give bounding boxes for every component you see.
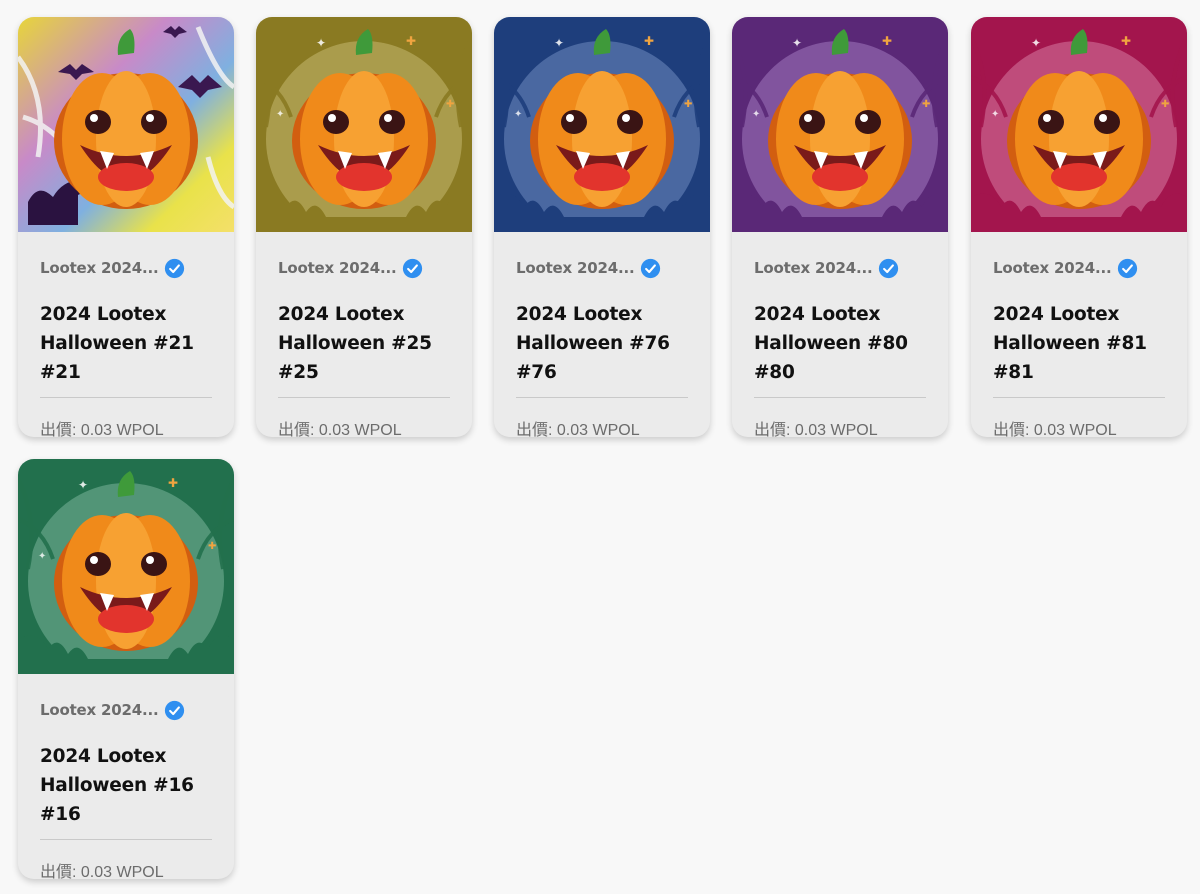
nft-title-line: 2024 Lootex bbox=[993, 304, 1120, 325]
nft-title[interactable]: 2024 Lootex Halloween #80 #80 bbox=[754, 300, 934, 387]
nft-image[interactable]: ✦ ✚ ✚ ✦ bbox=[732, 17, 948, 232]
svg-text:✦: ✦ bbox=[276, 109, 284, 120]
nft-title-line: #81 bbox=[993, 362, 1034, 383]
svg-text:✦: ✦ bbox=[38, 551, 46, 562]
svg-text:✚: ✚ bbox=[406, 34, 416, 48]
nft-title-line: Halloween #21 bbox=[40, 333, 194, 354]
nft-title-line: #21 bbox=[40, 362, 81, 383]
verified-check-icon bbox=[164, 700, 185, 721]
nft-card[interactable]: Lootex 2024... 2024 Lootex Halloween #21… bbox=[18, 17, 234, 437]
nft-title-line: #80 bbox=[754, 362, 795, 383]
collection-name[interactable]: Lootex 2024... bbox=[40, 701, 159, 719]
nft-title-line: Halloween #16 bbox=[40, 775, 194, 796]
verified-check-icon bbox=[878, 258, 899, 279]
nft-title-line: #25 bbox=[278, 362, 319, 383]
svg-text:✦: ✦ bbox=[316, 36, 326, 50]
nft-card[interactable]: ✦ ✚ ✚ ✦ Lootex 2024... 2024 Lootex Hallowee… bbox=[18, 459, 234, 879]
svg-text:✦: ✦ bbox=[78, 478, 88, 492]
svg-text:✦: ✦ bbox=[1031, 36, 1041, 50]
divider bbox=[516, 397, 688, 398]
nft-title-line: #76 bbox=[516, 362, 557, 383]
collection-row[interactable]: Lootex 2024... bbox=[993, 257, 1138, 279]
collection-row[interactable]: Lootex 2024... bbox=[40, 699, 185, 721]
divider bbox=[754, 397, 926, 398]
nft-title-line: 2024 Lootex bbox=[40, 304, 167, 325]
svg-text:✚: ✚ bbox=[168, 476, 178, 490]
svg-text:✚: ✚ bbox=[922, 99, 930, 110]
collection-name[interactable]: Lootex 2024... bbox=[40, 259, 159, 277]
nft-title-line: 2024 Lootex bbox=[40, 746, 167, 767]
pumpkin-artwork: ✦ ✚ ✚ ✦ bbox=[732, 17, 948, 232]
offer-price: 出價: 0.03 WPOL bbox=[40, 864, 164, 879]
nft-card[interactable]: ✦ ✚ ✚ ✦ Lootex 2024... 2024 Lootex Hallowee… bbox=[256, 17, 472, 437]
nft-image[interactable]: ✦ ✚ ✚ ✦ bbox=[256, 17, 472, 232]
nft-image[interactable]: ✦ ✚ ✚ ✦ bbox=[18, 459, 234, 674]
svg-text:✚: ✚ bbox=[208, 541, 216, 552]
divider bbox=[40, 839, 212, 840]
nft-card[interactable]: ✦ ✚ ✚ ✦ Lootex 2024... 2024 Lootex Hallowee… bbox=[732, 17, 948, 437]
nft-image[interactable]: ✦ ✚ ✚ ✦ bbox=[971, 17, 1187, 232]
nft-card[interactable]: ✦ ✚ ✚ ✦ Lootex 2024... 2024 Lootex Hallowee… bbox=[494, 17, 710, 437]
nft-image[interactable]: ✦ ✚ ✚ ✦ bbox=[494, 17, 710, 232]
nft-title[interactable]: 2024 Lootex Halloween #25 #25 bbox=[278, 300, 458, 387]
svg-text:✚: ✚ bbox=[1121, 34, 1131, 48]
pumpkin-artwork: ✦ ✚ ✚ ✦ bbox=[971, 17, 1187, 232]
svg-text:✦: ✦ bbox=[991, 109, 999, 120]
svg-text:✚: ✚ bbox=[882, 34, 892, 48]
nft-title-line: Halloween #76 bbox=[516, 333, 670, 354]
pumpkin-artwork: ✦ ✚ ✚ ✦ bbox=[18, 459, 234, 674]
verified-check-icon bbox=[640, 258, 661, 279]
svg-text:✚: ✚ bbox=[1161, 99, 1169, 110]
collection-row[interactable]: Lootex 2024... bbox=[516, 257, 661, 279]
nft-title-line: 2024 Lootex bbox=[754, 304, 881, 325]
offer-price: 出價: 0.03 WPOL bbox=[278, 422, 402, 437]
divider bbox=[40, 397, 212, 398]
nft-card[interactable]: ✦ ✚ ✚ ✦ Lootex 2024... 2024 Lootex Hallowee… bbox=[971, 17, 1187, 437]
nft-title-line: 2024 Lootex bbox=[516, 304, 643, 325]
pumpkin-artwork bbox=[18, 17, 234, 232]
nft-title-line: Halloween #25 bbox=[278, 333, 432, 354]
verified-check-icon bbox=[402, 258, 423, 279]
nft-title[interactable]: 2024 Lootex Halloween #76 #76 bbox=[516, 300, 696, 387]
collection-name[interactable]: Lootex 2024... bbox=[278, 259, 397, 277]
nft-image[interactable] bbox=[18, 17, 234, 232]
nft-grid: Lootex 2024... 2024 Lootex Halloween #21… bbox=[0, 0, 1200, 894]
svg-text:✦: ✦ bbox=[554, 36, 564, 50]
nft-title-line: Halloween #81 bbox=[993, 333, 1147, 354]
collection-row[interactable]: Lootex 2024... bbox=[754, 257, 899, 279]
nft-title-line: 2024 Lootex bbox=[278, 304, 405, 325]
offer-price: 出價: 0.03 WPOL bbox=[40, 422, 164, 437]
svg-text:✦: ✦ bbox=[514, 109, 522, 120]
verified-check-icon bbox=[1117, 258, 1138, 279]
nft-title[interactable]: 2024 Lootex Halloween #81 #81 bbox=[993, 300, 1173, 387]
pumpkin-artwork: ✦ ✚ ✚ ✦ bbox=[256, 17, 472, 232]
nft-title-line: #16 bbox=[40, 804, 81, 825]
collection-name[interactable]: Lootex 2024... bbox=[993, 259, 1112, 277]
nft-title-line: Halloween #80 bbox=[754, 333, 908, 354]
collection-name[interactable]: Lootex 2024... bbox=[754, 259, 873, 277]
collection-row[interactable]: Lootex 2024... bbox=[278, 257, 423, 279]
offer-price: 出價: 0.03 WPOL bbox=[516, 422, 640, 437]
offer-price: 出價: 0.03 WPOL bbox=[754, 422, 878, 437]
collection-name[interactable]: Lootex 2024... bbox=[516, 259, 635, 277]
svg-text:✚: ✚ bbox=[644, 34, 654, 48]
svg-text:✚: ✚ bbox=[446, 99, 454, 110]
svg-text:✚: ✚ bbox=[684, 99, 692, 110]
pumpkin-artwork: ✦ ✚ ✚ ✦ bbox=[494, 17, 710, 232]
verified-check-icon bbox=[164, 258, 185, 279]
svg-text:✦: ✦ bbox=[792, 36, 802, 50]
divider bbox=[993, 397, 1165, 398]
nft-title[interactable]: 2024 Lootex Halloween #21 #21 bbox=[40, 300, 220, 387]
svg-text:✦: ✦ bbox=[752, 109, 760, 120]
divider bbox=[278, 397, 450, 398]
nft-title[interactable]: 2024 Lootex Halloween #16 #16 bbox=[40, 742, 220, 829]
offer-price: 出價: 0.03 WPOL bbox=[993, 422, 1117, 437]
collection-row[interactable]: Lootex 2024... bbox=[40, 257, 185, 279]
